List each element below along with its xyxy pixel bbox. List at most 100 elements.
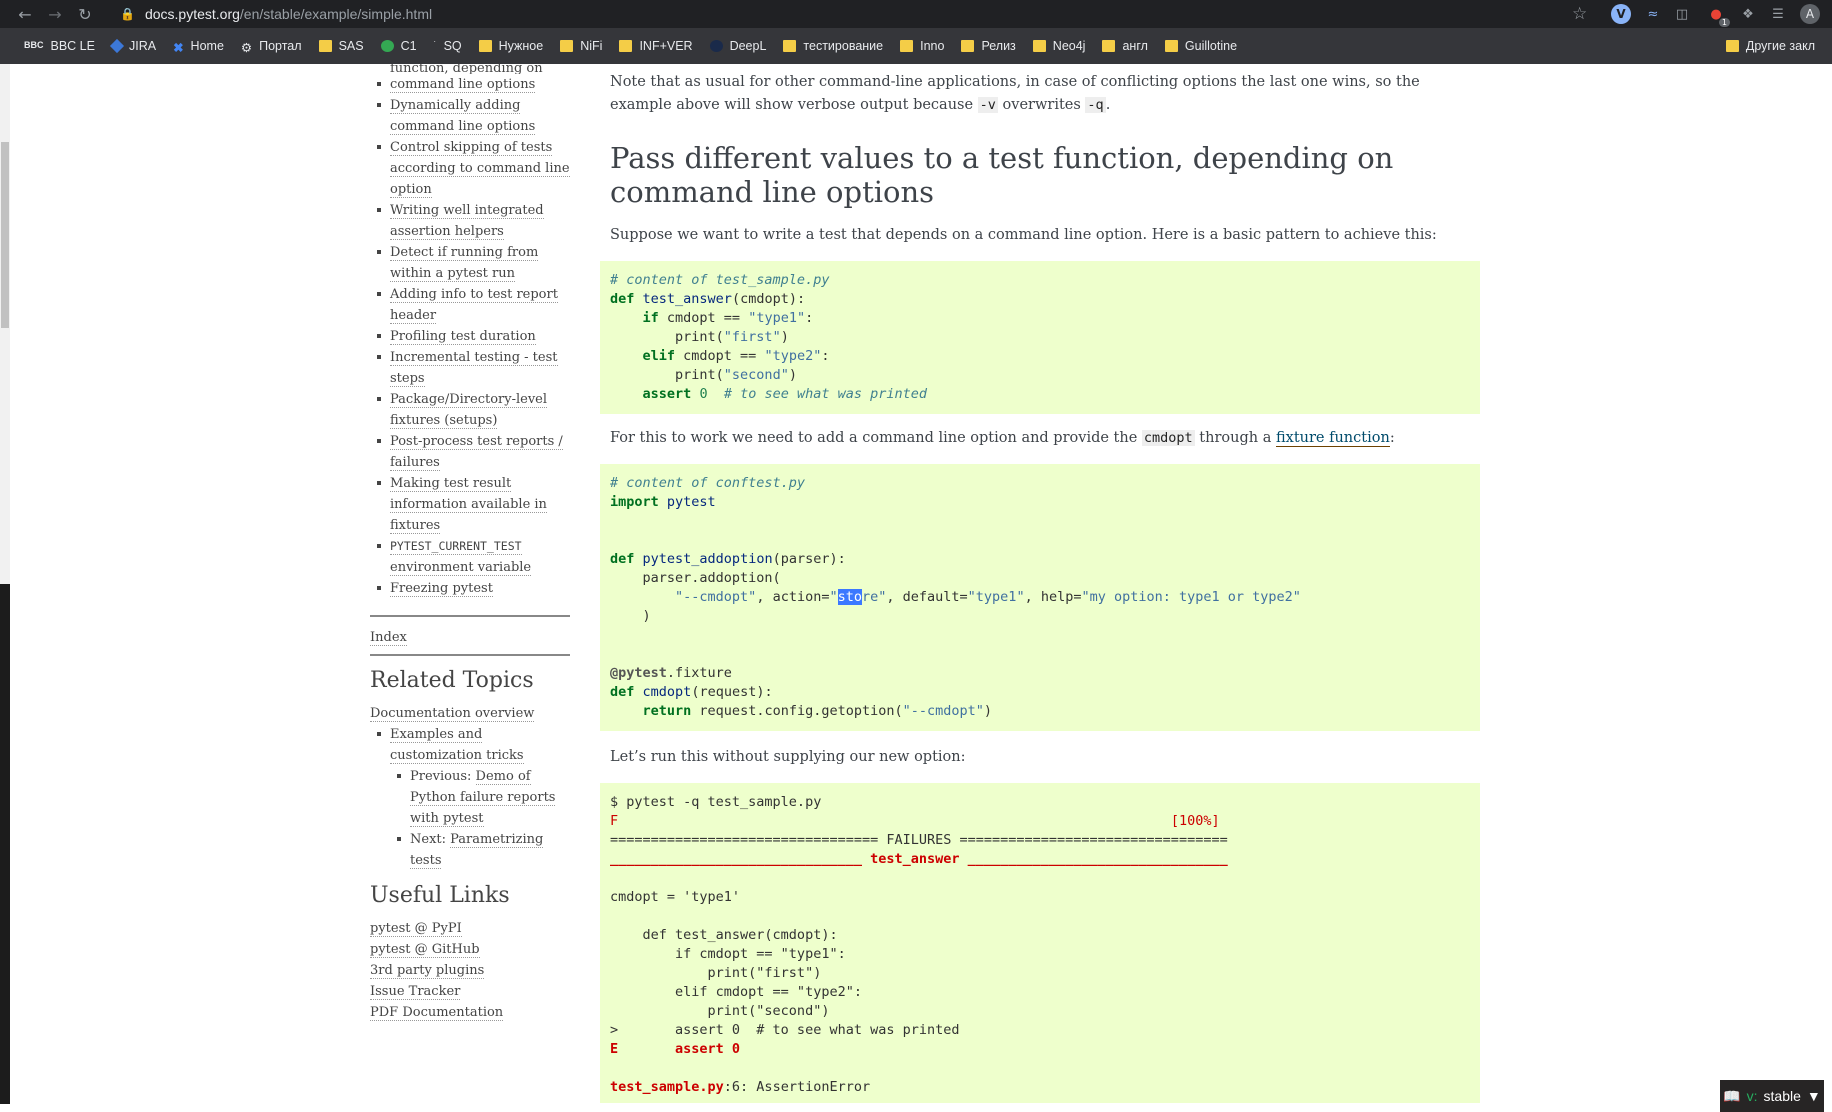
toc-link-dynamically-adding[interactable]: Dynamically adding command line options xyxy=(390,98,536,135)
lock-icon: 🔒 xyxy=(120,7,135,21)
bookmark-angl[interactable]: англ xyxy=(1102,39,1148,53)
related-list: Examples and customization tricks Previo… xyxy=(370,724,570,871)
examples-link[interactable]: Examples and customization tricks xyxy=(390,727,524,764)
bookmark-inf-ver[interactable]: INF+VER xyxy=(619,39,693,53)
extension-red-icon[interactable]: ● 1 xyxy=(1706,4,1730,27)
deepl-icon xyxy=(709,40,723,52)
folder-icon xyxy=(1164,40,1178,52)
related-topics-title: Related Topics xyxy=(370,668,534,693)
toc-item: Control skipping of tests according to c… xyxy=(370,137,570,200)
intro-paragraph: Suppose we want to write a test that dep… xyxy=(610,227,1437,243)
index-link[interactable]: Index xyxy=(370,630,407,646)
bookmark-deepl[interactable]: DeepL xyxy=(709,39,766,53)
bookmark-guillotine[interactable]: Guillotine xyxy=(1164,39,1237,53)
toc-item: Detect if running from within a pytest r… xyxy=(370,242,570,284)
toc-link-test-result-info[interactable]: Making test result information available… xyxy=(390,476,547,534)
sidebar-cut-item: function, depending on xyxy=(390,64,543,74)
useful-links-title: Useful Links xyxy=(370,883,510,908)
toc-item: Package/Directory-level fixtures (setups… xyxy=(370,389,570,431)
reading-list-icon[interactable]: ☰ xyxy=(1768,4,1788,24)
bbc-icon: BBC xyxy=(24,40,44,50)
bookmark-home[interactable]: ✖ Home xyxy=(173,39,224,55)
bookmark-star-icon[interactable]: ☆ xyxy=(1572,4,1587,24)
sidebar: function, depending on command line opti… xyxy=(370,64,570,1023)
pypi-link[interactable]: pytest @ PyPI xyxy=(370,921,462,937)
toc-link-post-process[interactable]: Post-process test reports / failures xyxy=(390,434,563,471)
github-link[interactable]: pytest @ GitHub xyxy=(370,942,480,958)
toc-item: Dynamically adding command line options xyxy=(370,95,570,137)
left-edge-strip xyxy=(0,64,10,1112)
related-sublist: Previous: Demo of Python failure reports… xyxy=(390,766,570,871)
related-next: Next: Parametrizing tests xyxy=(390,829,570,871)
inline-code: -v xyxy=(977,97,998,113)
sidebar-divider xyxy=(370,615,570,617)
toc-item: Freezing pytest xyxy=(370,578,570,599)
toc-item: Making test result information available… xyxy=(370,473,570,536)
portal-icon: ⚙ xyxy=(240,41,253,55)
scrollbar-thumb[interactable] xyxy=(1,142,9,328)
url-path: /en/stable/example/simple.html xyxy=(239,6,433,22)
pdf-documentation-link[interactable]: PDF Documentation xyxy=(370,1005,504,1021)
folder-icon xyxy=(318,40,332,52)
bookmark-jira[interactable]: JIRA xyxy=(109,38,156,54)
toc-link-control-skipping[interactable]: Control skipping of tests according to c… xyxy=(390,140,570,198)
extension-wave-icon[interactable]: ≈ xyxy=(1643,4,1663,24)
folder-icon xyxy=(783,40,797,52)
toc-link-pytest-current-test[interactable]: PYTEST_CURRENT_TEST environment variable xyxy=(390,539,532,576)
documentation-overview-link[interactable]: Documentation overview xyxy=(370,706,535,722)
c1-icon xyxy=(380,40,394,52)
sidebar-toc: command line options Dynamically adding … xyxy=(370,74,570,599)
bookmark-inno[interactable]: Inno xyxy=(900,39,944,53)
bookmark-nuzhnoe[interactable]: Нужное xyxy=(478,39,543,53)
reload-icon[interactable]: ↻ xyxy=(70,5,100,24)
toc-item: PYTEST_CURRENT_TEST environment variable xyxy=(370,536,570,578)
toc-link-command-line-options[interactable]: command line options xyxy=(390,77,536,93)
url-host: docs.pytest.org xyxy=(144,6,240,22)
folder-icon xyxy=(1032,40,1046,52)
toc-item: Profiling test duration xyxy=(370,326,570,347)
inline-code: cmdopt xyxy=(1141,430,1195,446)
toc-link-assertion-helpers[interactable]: Writing well integrated assertion helper… xyxy=(390,203,544,240)
bookmark-portal[interactable]: ⚙ Портал xyxy=(240,39,302,55)
toc-item: Adding info to test report header xyxy=(370,284,570,326)
related-previous: Previous: Demo of Python failure reports… xyxy=(390,766,570,829)
extensions-puzzle-icon[interactable]: ❖ xyxy=(1738,4,1758,24)
toc-link-profiling[interactable]: Profiling test duration xyxy=(390,329,536,345)
bookmark-reliz[interactable]: Релиз xyxy=(961,39,1016,53)
bookmark-neo4j[interactable]: Neo4j xyxy=(1032,39,1085,53)
toc-link-report-header[interactable]: Adding info to test report header xyxy=(390,287,558,324)
address-bar[interactable]: 🔒 docs.pytest.org/en/stable/example/simp… xyxy=(120,2,1592,26)
back-icon[interactable]: ← xyxy=(10,5,40,24)
run-paragraph: Let’s run this without supplying our new… xyxy=(610,749,966,765)
toc-item: Post-process test reports / failures xyxy=(370,431,570,473)
toc-link-incremental[interactable]: Incremental testing - test steps xyxy=(390,350,558,387)
folder-icon xyxy=(619,40,633,52)
bookmark-nifi[interactable]: NiFi xyxy=(560,39,602,53)
forward-icon[interactable]: → xyxy=(40,5,70,24)
toc-link-freezing[interactable]: Freezing pytest xyxy=(390,581,493,597)
bookmark-sq[interactable]: ˙ SQ xyxy=(434,39,462,53)
code-block-test-sample: # content of test_sample.py def test_ans… xyxy=(600,261,1480,414)
bookmark-bbc-le[interactable]: BBC BBC LE xyxy=(24,39,95,53)
toc-link-detect-running[interactable]: Detect if running from within a pytest r… xyxy=(390,245,539,282)
toc-item: command line options xyxy=(370,74,570,95)
bookmark-testirovanie[interactable]: тестирование xyxy=(783,39,883,53)
other-bookmarks[interactable]: Другие закл xyxy=(1725,39,1815,53)
console-output-block: $ pytest -q test_sample.py F [100%] ====… xyxy=(600,783,1480,1103)
toc-link-package-fixtures[interactable]: Package/Directory-level fixtures (setups… xyxy=(390,392,548,429)
folder-icon xyxy=(1725,40,1739,52)
related-topics: Documentation overview Examples and cust… xyxy=(370,703,570,871)
version-switcher[interactable]: 📖 v: stable ▼ xyxy=(1720,1080,1824,1112)
bookmark-sas[interactable]: SAS xyxy=(318,39,364,53)
extension-v-icon[interactable]: V xyxy=(1611,4,1631,24)
main-content: Note that as usual for other command-lin… xyxy=(600,64,1480,1103)
bookmark-c1[interactable]: C1 xyxy=(380,39,417,53)
toc-item: Incremental testing - test steps xyxy=(370,347,570,389)
folder-icon xyxy=(478,40,492,52)
background-window xyxy=(0,584,10,1104)
plugins-link[interactable]: 3rd party plugins xyxy=(370,963,485,979)
profile-avatar[interactable]: A xyxy=(1800,4,1820,24)
fixture-function-link[interactable]: fixture function xyxy=(1275,430,1390,447)
issue-tracker-link[interactable]: Issue Tracker xyxy=(370,984,461,1000)
reading-mode-icon[interactable]: ◫ xyxy=(1672,4,1692,24)
